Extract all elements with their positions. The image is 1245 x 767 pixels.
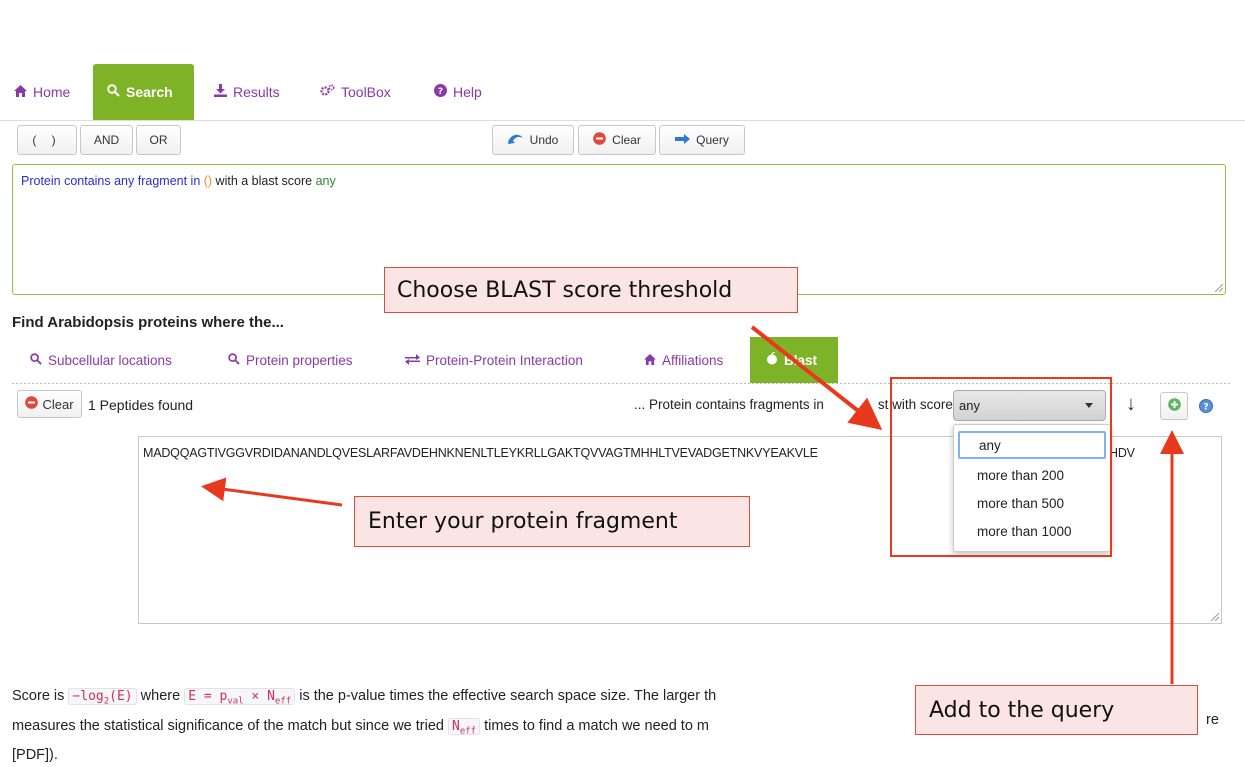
arrow-to-fragment [201,477,343,507]
arrow-to-score [750,325,883,430]
callout-enter-fragment: Enter your protein fragment [354,496,750,547]
callout-add-to-query: Add to the query [915,685,1198,735]
callout-score-threshold: Choose BLAST score threshold [384,267,798,313]
annotation-arrows [201,325,1184,684]
